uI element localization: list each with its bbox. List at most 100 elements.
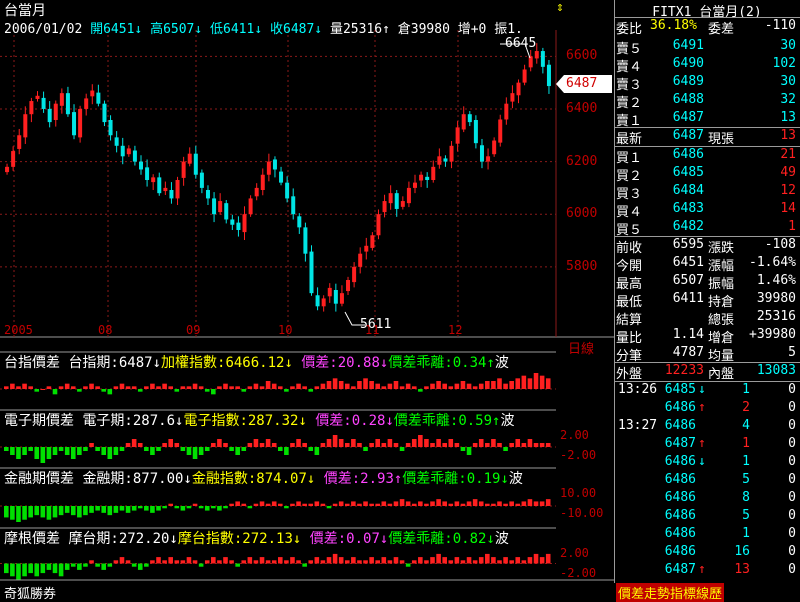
indicator-bar xyxy=(144,563,149,567)
indicator-bar xyxy=(204,506,210,511)
indicator-spread: 價差:2.93↑ xyxy=(323,471,403,487)
period-tag[interactable]: 日線 xyxy=(568,338,594,357)
indicator-bar xyxy=(144,506,149,511)
indicator-bar xyxy=(539,443,545,447)
candle-body xyxy=(205,190,210,199)
indicator-bar xyxy=(16,386,21,389)
y-tick-label: 6000 xyxy=(566,206,598,222)
indicator-bar xyxy=(229,503,234,506)
indicator-title: 摩根價差 xyxy=(4,531,69,547)
indicator-bar xyxy=(174,506,180,509)
indicator-scale-top: 10.00 xyxy=(560,486,597,500)
bid-row[interactable]: 買３ 6484 12 xyxy=(614,183,800,202)
candle-body xyxy=(53,103,58,120)
indicator-deviation: 價差乖離:0.34↑ xyxy=(388,355,495,371)
ask-row[interactable]: 賣２ 6488 32 xyxy=(614,92,800,111)
indicator-bar xyxy=(332,553,338,564)
indicator-bar xyxy=(491,503,496,506)
indicator-bar xyxy=(478,383,484,389)
indicator-bar xyxy=(34,563,40,577)
bid-price: 6485 xyxy=(672,165,704,180)
indicator-bar xyxy=(186,557,192,564)
indicator-bar xyxy=(131,506,137,511)
tick-extra: 0 xyxy=(788,526,796,541)
ask-row[interactable]: 賣４ 6490 102 xyxy=(614,56,800,75)
indicator-futures: 台指期:6487↓ xyxy=(68,355,162,371)
indicator-bar xyxy=(460,381,466,389)
indicator-bar xyxy=(314,557,320,564)
indicator-bar xyxy=(381,557,387,564)
candle-body xyxy=(291,196,296,215)
indicator-bar xyxy=(204,389,210,392)
indicator-bar xyxy=(302,503,307,506)
indicator-bar xyxy=(131,563,137,567)
info-item: 量25316↑ xyxy=(329,22,398,37)
indicator-bar xyxy=(418,557,423,564)
indicator-spread: 價差:0.28↓ xyxy=(315,413,394,429)
indicator-bar xyxy=(454,501,460,506)
ask-row[interactable]: 賣１ 6487 13 xyxy=(614,110,800,129)
indicator-bar xyxy=(308,447,314,451)
indicator-bar xyxy=(186,506,192,509)
candle-body xyxy=(96,92,101,104)
x-tick-label: 10 xyxy=(278,323,293,337)
indicator-label-row: 電子期價差 電子期:287.6↓電子指數:287.32↓ 價差:0.28↓價差乖… xyxy=(4,410,514,430)
indicator-bar xyxy=(418,435,423,447)
indicator-bar xyxy=(314,447,320,455)
tick-volume: 1 xyxy=(742,454,750,469)
indicator-bar xyxy=(235,447,240,455)
candle-body xyxy=(47,108,52,123)
candle-body xyxy=(254,187,259,197)
tick-price: 6486 xyxy=(664,508,696,523)
indicator-bar xyxy=(302,386,307,389)
bid-row[interactable]: 買２ 6485 49 xyxy=(614,165,800,184)
indicator-bar xyxy=(229,386,234,389)
indicator-bar xyxy=(131,386,137,389)
info-item: 振1. xyxy=(494,22,523,37)
indicator-bar xyxy=(308,389,314,392)
indicator-bar xyxy=(125,506,131,513)
indicator-bar xyxy=(503,503,508,506)
indicator-bar xyxy=(527,557,533,564)
indicator-bar xyxy=(107,447,113,459)
candle-body xyxy=(467,114,472,123)
chart-canvas[interactable] xyxy=(0,0,614,600)
stat-value: 39980 xyxy=(756,291,796,306)
ask-label: 賣５ xyxy=(616,42,643,57)
indicator-bar xyxy=(198,386,204,389)
candle-body xyxy=(479,145,484,162)
indicator-bar xyxy=(497,560,502,564)
bid-row[interactable]: 買１ 6486 21 xyxy=(614,147,800,166)
indicator-bar xyxy=(399,560,405,564)
indicator-bar xyxy=(278,386,283,389)
indicator-bar xyxy=(180,447,186,451)
stat-value: 6595 xyxy=(672,237,704,252)
indicator-spread: 價差:0.07↓ xyxy=(309,531,389,547)
candle-body xyxy=(516,82,521,96)
stat-label: 漲跌 xyxy=(708,241,735,256)
indicator-bar xyxy=(320,443,326,447)
indicator-bar xyxy=(278,447,283,451)
bid-row[interactable]: 買５ 6482 1 xyxy=(614,219,800,238)
candle-body xyxy=(309,251,314,294)
indicator-bar xyxy=(16,447,21,459)
indicator-bar xyxy=(174,443,180,447)
indicator-bar xyxy=(144,386,149,389)
stat-row: 前收 6595 漲跌 -108 xyxy=(614,237,800,256)
indicator-bar xyxy=(241,447,247,451)
stat-label: 總張 xyxy=(708,313,735,328)
indicator-bar xyxy=(156,386,161,389)
indicator-bar xyxy=(28,563,33,574)
bid-label: 買４ xyxy=(616,205,643,220)
tick-volume: 2 xyxy=(742,400,750,415)
indicator-scale-top: 2.00 xyxy=(560,546,589,560)
bid-row[interactable]: 買４ 6483 14 xyxy=(614,201,800,220)
indicator-bar xyxy=(28,506,33,518)
indicator-bar xyxy=(107,563,113,567)
ask-row[interactable]: 賣３ 6489 30 xyxy=(614,74,800,93)
indicator-bar xyxy=(156,557,161,564)
ask-row[interactable]: 賣５ 6491 30 xyxy=(614,38,800,57)
indicator-bar xyxy=(223,383,228,389)
indicator-bar xyxy=(162,506,167,509)
ohlc-info-line: 2006/01/02 開6451↓ 高6507↓ 低6411↓ 收6487↓ 量… xyxy=(4,18,523,37)
